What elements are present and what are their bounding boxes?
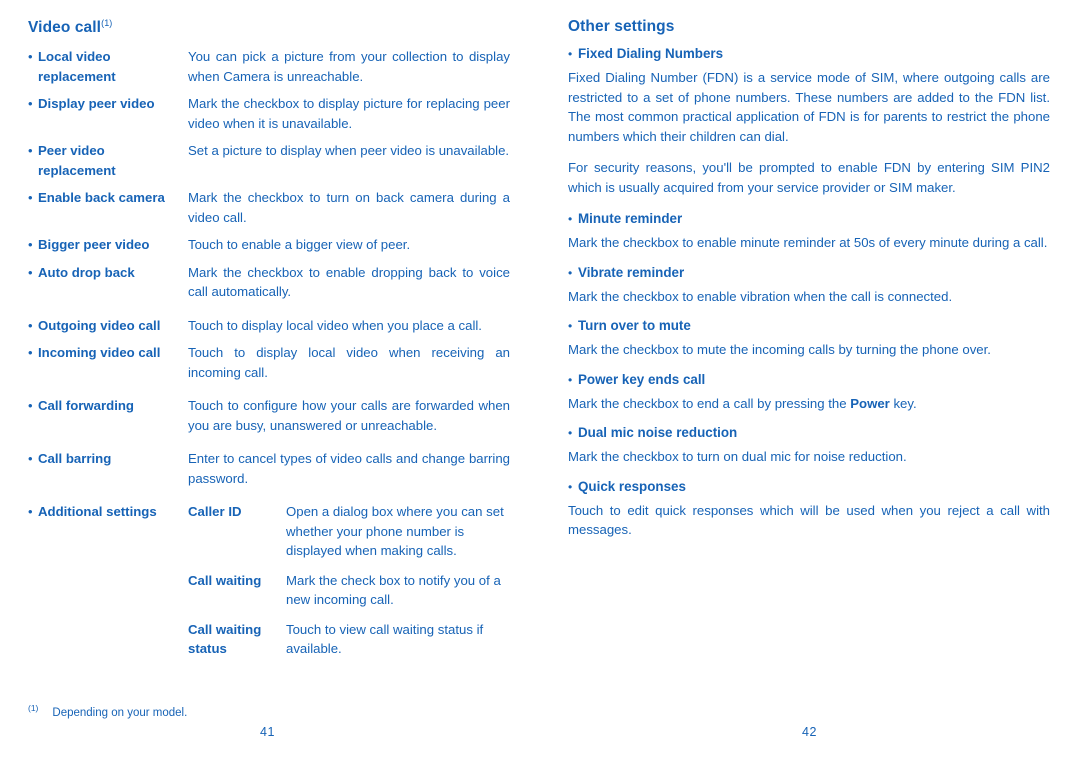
desc-auto-drop-back: Mark the checkbox to enable dropping bac… — [188, 264, 510, 300]
list-item: • Enable back camera Mark the checkbox t… — [28, 188, 510, 227]
heading-minute-reminder: • Minute reminder — [568, 211, 1050, 226]
desc-enable-back-camera: Mark the checkbox to turn on back camera… — [188, 190, 510, 225]
paragraph-fdn-1: Fixed Dialing Number (FDN) is a service … — [568, 70, 1050, 144]
heading-text: Fixed Dialing Numbers — [578, 46, 724, 61]
bullet-icon: • — [28, 451, 33, 467]
bullet-icon: • — [568, 479, 573, 494]
desc-display-peer-video: Mark the checkbox to display picture for… — [188, 96, 510, 131]
subdesc-call-waiting: Mark the check box to notify you of a ne… — [286, 572, 501, 608]
list-item: • Display peer video Mark the checkbox t… — [28, 94, 510, 133]
sublist-item: Call waiting Mark the check box to notif… — [188, 571, 510, 610]
subterm-call-waiting: Call waiting — [188, 572, 262, 588]
paragraph-quick-responses: Touch to edit quick responses which will… — [568, 502, 1050, 538]
paragraph-power-key-ends-call: Mark the checkbox to end a call by press… — [568, 394, 1050, 414]
bullet-icon: • — [28, 96, 33, 112]
bullet-icon: • — [28, 264, 33, 280]
desc-call-forwarding: Touch to configure how your calls are fo… — [188, 398, 510, 433]
heading-power-key-ends-call: • Power key ends call — [568, 372, 1050, 387]
left-column: Video call(1) • Local video replacement … — [0, 0, 540, 767]
sublist-item: Caller ID Open a dialog box where you ca… — [188, 502, 510, 561]
document-page: Video call(1) • Local video replacement … — [0, 0, 1080, 767]
bullet-icon: • — [568, 319, 573, 333]
bullet-icon: • — [568, 212, 573, 226]
footnote-marker: (1) — [28, 703, 39, 714]
term-incoming-video-call: Incoming video call — [38, 345, 161, 361]
subdesc-caller-id: Open a dialog box where you can set whet… — [286, 504, 504, 559]
paragraph-minute-reminder: Mark the checkbox to enable minute remin… — [568, 235, 1048, 250]
heading-vibrate-reminder: • Vibrate reminder — [568, 265, 1050, 280]
list-item: • Local video replacement You can pick a… — [28, 47, 510, 86]
page-number-left: 41 — [260, 725, 275, 739]
list-item-additional-settings: • Additional settings Caller ID Open a d… — [28, 502, 510, 669]
right-column: Other settings • Fixed Dialing Numbers F… — [540, 0, 1080, 767]
term-additional-settings: Additional settings — [38, 504, 157, 520]
paragraph-dual-mic-noise-reduction: Mark the checkbox to turn on dual mic fo… — [568, 449, 907, 464]
list-item: • Outgoing video call Touch to display l… — [28, 316, 510, 336]
list-item: • Bigger peer video Touch to enable a bi… — [28, 235, 510, 255]
desc-call-barring: Enter to cancel types of video calls and… — [188, 451, 510, 486]
desc-peer-video-replacement: Set a picture to display when peer video… — [188, 143, 510, 159]
bullet-icon: • — [28, 49, 33, 65]
footnote-text: Depending on your model. — [52, 707, 188, 719]
bullet-icon: • — [28, 317, 33, 333]
page-title-video-call: Video call(1) — [28, 18, 510, 37]
sublist-item: Call waiting status Touch to view call w… — [188, 620, 510, 659]
term-outgoing-video-call: Outgoing video call — [38, 317, 161, 333]
list-item: • Auto drop back Mark the checkbox to en… — [28, 263, 510, 302]
power-key-bold: Power — [850, 395, 890, 411]
paragraph-vibrate-reminder: Mark the checkbox to enable vibration wh… — [568, 288, 953, 304]
heading-text: Power key ends call — [578, 371, 706, 387]
desc-outgoing-video-call: Touch to display local video when you pl… — [188, 317, 482, 333]
subterm-call-waiting-status: Call waiting status — [188, 621, 262, 657]
power-key-text-before: Mark the checkbox to end a call by press… — [568, 395, 851, 411]
heading-text: Vibrate reminder — [578, 264, 685, 280]
bullet-icon: • — [28, 398, 33, 414]
list-item: • Peer video replacement Set a picture t… — [28, 141, 510, 180]
bullet-icon: • — [568, 426, 573, 440]
term-local-video-replacement: Local video replacement — [38, 49, 116, 84]
term-peer-video-replacement: Peer video replacement — [38, 143, 116, 178]
term-bigger-peer-video: Bigger peer video — [38, 237, 150, 253]
heading-dual-mic-noise-reduction: • Dual mic noise reduction — [568, 425, 1050, 440]
footnote: (1) Depending on your model. — [28, 703, 187, 719]
paragraph-fdn-2: For security reasons, you'll be prompted… — [568, 160, 1050, 195]
additional-settings-sublist: Caller ID Open a dialog box where you ca… — [188, 502, 510, 669]
page-number-right: 42 — [802, 725, 817, 739]
page-title-other-settings: Other settings — [568, 18, 675, 35]
heading-text: Minute reminder — [578, 211, 683, 226]
bullet-icon: • — [568, 265, 573, 280]
list-item: • Call barring Enter to cancel types of … — [28, 449, 510, 488]
list-item: • Incoming video call Touch to display l… — [28, 343, 510, 382]
term-enable-back-camera: Enable back camera — [38, 190, 165, 206]
term-auto-drop-back: Auto drop back — [38, 264, 135, 280]
heading-text: Turn over to mute — [578, 318, 691, 333]
bullet-icon: • — [28, 237, 33, 253]
desc-bigger-peer-video: Touch to enable a bigger view of peer. — [188, 237, 411, 253]
bullet-icon: • — [28, 345, 33, 361]
term-call-forwarding: Call forwarding — [38, 398, 134, 414]
subdesc-call-waiting-status: Touch to view call waiting status if ava… — [286, 621, 484, 657]
subterm-caller-id: Caller ID — [188, 504, 242, 520]
left-title-superscript: (1) — [101, 18, 113, 28]
desc-incoming-video-call: Touch to display local video when receiv… — [188, 345, 510, 380]
bullet-icon: • — [568, 372, 573, 387]
heading-text: Quick responses — [578, 478, 686, 494]
bullet-icon: • — [28, 190, 33, 206]
term-call-barring: Call barring — [38, 451, 112, 467]
heading-fixed-dialing-numbers: • Fixed Dialing Numbers — [568, 46, 1050, 61]
bullet-icon: • — [568, 47, 573, 61]
heading-quick-responses: • Quick responses — [568, 479, 1050, 494]
paragraph-turn-over-to-mute: Mark the checkbox to mute the incoming c… — [568, 342, 991, 357]
term-display-peer-video: Display peer video — [38, 96, 155, 112]
left-title-text: Video call — [28, 19, 102, 37]
heading-turn-over-to-mute: • Turn over to mute — [568, 318, 1050, 333]
list-item: • Call forwarding Touch to configure how… — [28, 396, 510, 435]
bullet-icon: • — [28, 504, 33, 520]
bullet-icon: • — [28, 143, 33, 159]
power-key-text-after: key. — [889, 395, 917, 411]
desc-local-video-replacement: You can pick a picture from your collect… — [188, 49, 510, 84]
heading-text: Dual mic noise reduction — [578, 425, 738, 440]
